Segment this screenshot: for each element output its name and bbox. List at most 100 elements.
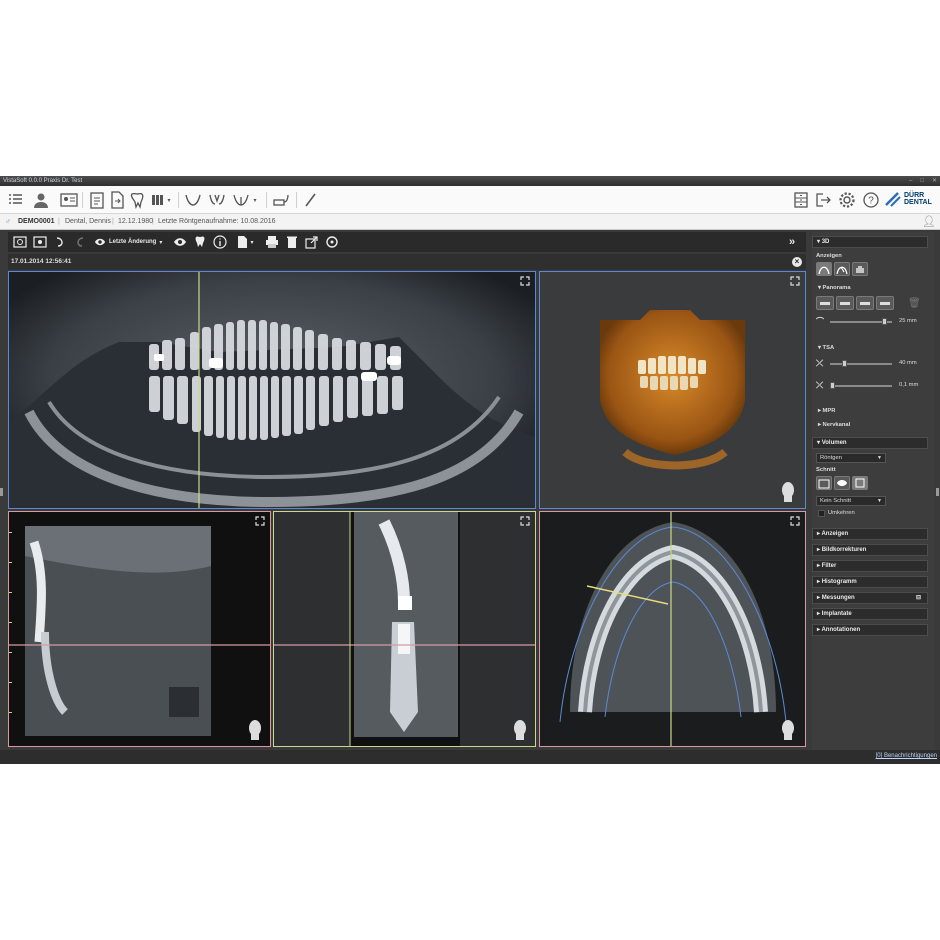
- panorama-label: Panorama: [822, 285, 851, 291]
- user-icon[interactable]: 👤︎: [922, 214, 936, 230]
- bildkorrekturen-header[interactable]: ▸ Bildkorrekturen: [812, 544, 928, 556]
- expand-view-button[interactable]: [520, 516, 530, 526]
- tooth-info-button[interactable]: [192, 234, 208, 250]
- tsa-thickness-slider[interactable]: [830, 385, 892, 387]
- rotate-button[interactable]: [324, 234, 340, 250]
- nerve-mode-button[interactable]: [852, 262, 868, 276]
- info-button[interactable]: [212, 234, 228, 250]
- status-bar: [0] Benachrichtigungen: [0, 750, 940, 764]
- implantate-header[interactable]: ▸ Implantate: [812, 608, 928, 620]
- collapse-panel-button[interactable]: »: [784, 234, 800, 250]
- cut-mode-3-button[interactable]: [852, 476, 868, 490]
- share-button[interactable]: [304, 234, 320, 250]
- patient-dob: 12.12.1980: [118, 218, 154, 225]
- tsa-width-knob[interactable]: [842, 360, 847, 367]
- head-orientation-icon: [782, 720, 794, 740]
- panorama-view[interactable]: [8, 271, 536, 509]
- teeth-dropdown[interactable]: ▾: [164, 189, 174, 211]
- jaw-split-button[interactable]: [206, 189, 228, 211]
- jaw-segment-button[interactable]: [230, 189, 252, 211]
- umkehren-checkbox[interactable]: [818, 510, 825, 517]
- pen-icon: [305, 193, 316, 207]
- chevron-down-icon: ▾: [253, 197, 257, 204]
- jaw-dropdown[interactable]: ▾: [250, 189, 260, 211]
- annotationen-header[interactable]: ▸ Annotationen: [812, 624, 928, 636]
- volumen-header[interactable]: ▾ Volumen: [812, 437, 928, 449]
- tooth-button[interactable]: [126, 189, 148, 211]
- mpr-header[interactable]: ▸ MPR: [818, 408, 835, 414]
- cross-section-view[interactable]: [273, 511, 536, 747]
- expand-view-button[interactable]: [255, 516, 265, 526]
- list-icon: [9, 194, 22, 204]
- maximize-button[interactable]: □: [920, 176, 924, 186]
- view-button[interactable]: [172, 234, 188, 250]
- image-toolbar: Letzte Änderung ▾ ▾ »: [8, 232, 806, 252]
- 3d-view[interactable]: [539, 271, 806, 509]
- patient-button[interactable]: [30, 189, 52, 211]
- capture-button[interactable]: [12, 234, 28, 250]
- cut-mode-2-button[interactable]: [834, 476, 850, 490]
- cut-mode-1-button[interactable]: [816, 476, 832, 490]
- sagittal-view[interactable]: [8, 511, 271, 747]
- nervkanal-header[interactable]: ▸ Nervkanal: [818, 422, 850, 428]
- expand-view-button[interactable]: [790, 516, 800, 526]
- image-date-bar: 17.01.2014 12:56:41 ×: [8, 254, 806, 270]
- sensor-button[interactable]: [270, 189, 292, 211]
- print-button[interactable]: [264, 234, 280, 250]
- panorama-mode-button[interactable]: [816, 262, 832, 276]
- expand-view-button[interactable]: [520, 276, 530, 286]
- cut-plane-icon: [818, 479, 830, 489]
- expand-view-button[interactable]: [790, 276, 800, 286]
- filter-title: Filter: [821, 563, 837, 569]
- settings-button[interactable]: [836, 189, 858, 211]
- document-button[interactable]: [106, 189, 128, 211]
- module-button[interactable]: [790, 189, 812, 211]
- delete-button[interactable]: [284, 234, 300, 250]
- panorama-slider-knob[interactable]: [882, 318, 887, 325]
- app-window: VistaSoft 0.0.0 Praxis Dr. Test – □ ✕ ▾ …: [0, 176, 940, 764]
- notifications-link[interactable]: [0] Benachrichtigungen: [876, 753, 937, 759]
- minimize-button[interactable]: –: [909, 176, 912, 186]
- axial-view[interactable]: [539, 511, 806, 747]
- redo-button[interactable]: [72, 234, 88, 250]
- schnitt-select[interactable]: Kein Schnitt ▼: [816, 496, 886, 506]
- export-dropdown[interactable]: ▾: [248, 234, 256, 250]
- filter-header[interactable]: ▸ Filter: [812, 560, 928, 572]
- head-orientation-icon: [782, 482, 794, 502]
- trash-icon[interactable]: 🗑︎: [908, 298, 921, 309]
- last-xray-date: Letzte Röntgenaufnahme: 10.08.2016: [158, 218, 276, 225]
- panorama-preset-1[interactable]: [816, 296, 834, 310]
- undo-button[interactable]: [52, 234, 68, 250]
- patient-card-button[interactable]: [58, 189, 80, 211]
- tsa-thickness-icon: ⤫: [816, 380, 824, 390]
- image-gear-icon: [33, 236, 47, 248]
- draw-button[interactable]: [300, 189, 322, 211]
- image-settings-button[interactable]: [32, 234, 48, 250]
- tsa-width-slider[interactable]: [830, 363, 892, 365]
- logout-button[interactable]: [812, 189, 834, 211]
- close-window-button[interactable]: ✕: [932, 176, 937, 186]
- tsa-mode-button[interactable]: [834, 262, 850, 276]
- histogramm-header[interactable]: ▸ Histogramm: [812, 576, 928, 588]
- patient-list-button[interactable]: [4, 189, 26, 211]
- tsa-thickness-knob[interactable]: [830, 382, 835, 389]
- panorama-preset-4[interactable]: [876, 296, 894, 310]
- tsa-label: TSA: [822, 345, 835, 351]
- section-3d-header[interactable]: ▾ 3D: [812, 236, 928, 248]
- panorama-preset-2[interactable]: [836, 296, 854, 310]
- messungen-header[interactable]: ▸ Messungen ⊟: [812, 592, 928, 604]
- right-collapse-handle[interactable]: [936, 488, 939, 496]
- panorama-preset-3[interactable]: [856, 296, 874, 310]
- history-dropdown[interactable]: Letzte Änderung ▾: [94, 234, 164, 250]
- panorama-header[interactable]: ▾ Panorama: [818, 285, 851, 291]
- printer-icon: [266, 236, 278, 248]
- left-collapse-handle[interactable]: [0, 488, 3, 496]
- jaw-view-button[interactable]: [182, 189, 204, 211]
- tsa-header[interactable]: ▾ TSA: [818, 345, 834, 351]
- report-button[interactable]: [86, 189, 108, 211]
- document-icon: [238, 236, 247, 248]
- volumen-select[interactable]: Röntgen ▼: [816, 453, 886, 463]
- close-image-button[interactable]: ×: [792, 257, 802, 267]
- help-button[interactable]: ?: [860, 189, 882, 211]
- anzeigen-section-header[interactable]: ▸ Anzeigen: [812, 528, 928, 540]
